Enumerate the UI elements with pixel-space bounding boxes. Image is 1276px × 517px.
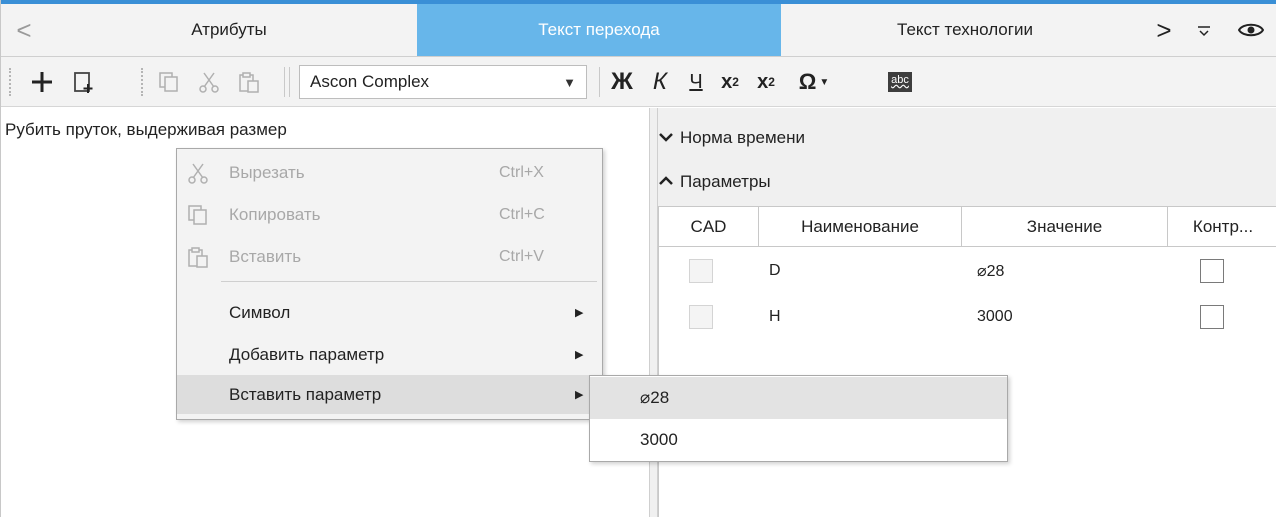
menu-item-shortcut: Ctrl+V bbox=[499, 247, 544, 265]
menu-item-label: Добавить параметр bbox=[229, 344, 385, 364]
superscript-button[interactable]: x2 bbox=[749, 57, 783, 107]
tab-scroll-right-button[interactable]: > bbox=[1149, 4, 1179, 56]
tab-technology-text[interactable]: Текст технологии bbox=[781, 4, 1149, 56]
menu-item-label: Вставить bbox=[229, 246, 302, 266]
paste-icon bbox=[231, 57, 267, 107]
menu-item-label: Копировать bbox=[229, 204, 321, 224]
parameters-table: CAD Наименование Значение Контр... D ⌀28… bbox=[658, 206, 1276, 517]
tab-attributes[interactable]: Атрибуты bbox=[41, 4, 417, 56]
column-header-cad[interactable]: CAD bbox=[659, 207, 759, 247]
copy-icon bbox=[185, 202, 211, 228]
tab-scroll-left-button[interactable]: < bbox=[9, 4, 39, 56]
font-family-select[interactable]: Ascon Complex ▼ bbox=[299, 65, 587, 99]
control-checkbox[interactable] bbox=[1200, 259, 1224, 283]
menu-item-insert-parameter[interactable]: Вставить параметр ▶ bbox=[177, 375, 602, 414]
toolbar-separator bbox=[599, 67, 600, 97]
eye-icon[interactable] bbox=[1231, 4, 1271, 56]
chevron-down-icon: ▼ bbox=[819, 76, 830, 88]
spell-check-icon: abc bbox=[888, 72, 912, 92]
param-name[interactable]: H bbox=[769, 297, 781, 337]
font-family-value: Ascon Complex bbox=[310, 72, 430, 91]
section-parameters[interactable]: Параметры bbox=[658, 162, 771, 202]
menu-item-paste[interactable]: Вставить Ctrl+V bbox=[177, 237, 602, 276]
section-time-norm[interactable]: Норма времени bbox=[658, 118, 805, 158]
menu-item-add-parameter[interactable]: Добавить параметр ▶ bbox=[177, 335, 602, 374]
menu-item-shortcut: Ctrl+C bbox=[499, 205, 545, 223]
column-header-value[interactable]: Значение bbox=[962, 207, 1168, 247]
submenu-arrow-icon: ▶ bbox=[575, 389, 584, 401]
menu-separator bbox=[221, 281, 597, 282]
menu-item-symbol[interactable]: Символ ▶ bbox=[177, 293, 602, 332]
param-name[interactable]: D bbox=[769, 251, 781, 291]
cad-checkbox bbox=[689, 259, 713, 283]
section-time-norm-label: Норма времени bbox=[680, 128, 806, 147]
paste-icon bbox=[185, 244, 211, 270]
submenu-arrow-icon: ▶ bbox=[575, 349, 584, 361]
subscript-mark: 2 bbox=[732, 75, 739, 89]
tab-transition-text[interactable]: Текст перехода bbox=[417, 4, 781, 56]
toolbar-grip[interactable] bbox=[9, 68, 13, 96]
underline-button[interactable]: Ч bbox=[679, 57, 713, 107]
cad-checkbox bbox=[689, 305, 713, 329]
submenu-arrow-icon: ▶ bbox=[575, 307, 584, 319]
menu-item-label: Вставить параметр bbox=[229, 384, 382, 404]
control-checkbox[interactable] bbox=[1200, 305, 1224, 329]
toolbar-separator bbox=[289, 67, 290, 97]
submenu-item-length[interactable]: 3000 bbox=[590, 419, 1007, 461]
superscript-mark: 2 bbox=[768, 75, 775, 89]
toolbar-separator bbox=[284, 67, 285, 97]
param-value[interactable]: 3000 bbox=[977, 297, 1013, 337]
menu-item-copy[interactable]: Копировать Ctrl+C bbox=[177, 195, 602, 234]
add-item-icon[interactable] bbox=[65, 57, 103, 107]
param-value[interactable]: ⌀28 bbox=[977, 251, 1004, 291]
subscript-button[interactable]: x2 bbox=[713, 57, 747, 107]
chevron-down-icon[interactable]: ▼ bbox=[563, 66, 576, 98]
format-toolbar: Ascon Complex ▼ Ж К Ч x2 x2 Ω ▼ abc bbox=[1, 57, 1276, 107]
copy-icon bbox=[151, 57, 187, 107]
column-header-control[interactable]: Контр... bbox=[1168, 207, 1276, 247]
chevron-up-icon bbox=[658, 174, 680, 190]
cut-icon bbox=[191, 57, 227, 107]
italic-button[interactable]: К bbox=[643, 57, 677, 107]
submenu-item-diameter[interactable]: ⌀28 bbox=[590, 377, 1007, 419]
column-header-name[interactable]: Наименование bbox=[759, 207, 962, 247]
cut-icon bbox=[185, 160, 211, 186]
tab-overflow-menu-icon[interactable] bbox=[1187, 4, 1221, 56]
omega-icon: Ω bbox=[798, 69, 817, 94]
tab-bar: < Атрибуты Текст перехода Текст технолог… bbox=[1, 0, 1276, 57]
editor-text[interactable]: Рубить пруток, выдерживая размер bbox=[5, 120, 287, 140]
bold-button[interactable]: Ж bbox=[605, 57, 639, 107]
menu-item-shortcut: Ctrl+X bbox=[499, 163, 544, 181]
superscript-base: x bbox=[757, 70, 769, 93]
menu-item-label: Вырезать bbox=[229, 162, 305, 182]
chevron-down-icon bbox=[658, 130, 680, 146]
spell-check-button[interactable]: abc bbox=[875, 57, 925, 107]
add-icon[interactable] bbox=[23, 57, 61, 107]
context-menu: Вырезать Ctrl+X Копировать Ctrl+C Встави… bbox=[176, 148, 603, 420]
toolbar-grip[interactable] bbox=[141, 68, 145, 96]
subscript-base: x bbox=[721, 70, 733, 93]
menu-item-label: Символ bbox=[229, 302, 291, 322]
menu-item-cut[interactable]: Вырезать Ctrl+X bbox=[177, 153, 602, 192]
section-parameters-label: Параметры bbox=[680, 172, 771, 191]
app-frame: < Атрибуты Текст перехода Текст технолог… bbox=[0, 0, 1276, 517]
insert-symbol-button[interactable]: Ω ▼ bbox=[785, 57, 843, 107]
insert-parameter-submenu: ⌀28 3000 bbox=[589, 375, 1008, 462]
